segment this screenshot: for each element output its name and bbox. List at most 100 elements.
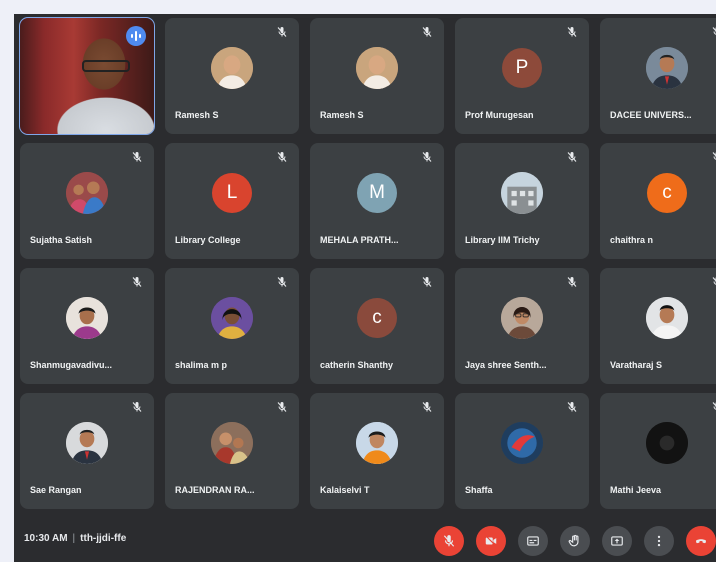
participant-tile[interactable]: Library IIM Trichy — [455, 143, 589, 259]
mic-muted-icon — [130, 401, 144, 415]
participant-tile[interactable]: Mathi Jeeva — [600, 393, 716, 509]
captions-button[interactable] — [518, 526, 548, 556]
mic-muted-icon — [710, 276, 716, 290]
meeting-info-separator: | — [72, 533, 76, 544]
avatar-initial: c — [662, 182, 672, 203]
participant-name: shalima m p — [175, 360, 228, 370]
participant-name: Sae Rangan — [30, 485, 82, 495]
mic-muted-icon — [710, 151, 716, 165]
mic-muted-icon — [710, 26, 716, 40]
mic-muted-icon — [130, 151, 144, 165]
avatar-initial: P — [515, 57, 529, 78]
mic-muted-icon — [130, 276, 144, 290]
participant-name: DACEE UNIVERS... — [610, 110, 692, 120]
participant-tile[interactable]: Shaffa — [455, 393, 589, 509]
camera-off-button[interactable] — [476, 526, 506, 556]
participant-avatar — [211, 47, 253, 89]
mic-off-button[interactable] — [434, 526, 464, 556]
participant-avatar — [501, 172, 543, 214]
mic-muted-icon — [565, 26, 579, 40]
more-options-button[interactable] — [644, 526, 674, 556]
participant-tile[interactable]: Varatharaj S — [600, 268, 716, 384]
mic-muted-icon — [565, 276, 579, 290]
participant-name: Prof Murugesan — [465, 110, 534, 120]
end-call-button[interactable] — [686, 526, 716, 556]
avatar-initial: c — [372, 307, 382, 328]
participant-name: Shaffa — [465, 485, 493, 495]
participant-avatar — [211, 422, 253, 464]
camera-off-icon — [484, 534, 498, 548]
participant-tile[interactable]: Ramesh S — [310, 18, 444, 134]
participant-tile[interactable]: Sujatha Satish — [20, 143, 154, 259]
participant-avatar — [646, 422, 688, 464]
meeting-window: Ramesh S Ramesh S P Prof Murugesan DACEE UNI… — [14, 14, 716, 562]
participant-name: Library IIM Trichy — [465, 235, 540, 245]
call-controls — [434, 526, 716, 556]
mic-off-icon — [442, 534, 456, 548]
participant-tile[interactable]: M MEHALA PRATH... — [310, 143, 444, 259]
avatar-initial: M — [369, 182, 385, 203]
participant-avatar — [356, 422, 398, 464]
mic-muted-icon — [275, 26, 289, 40]
participant-avatar — [501, 422, 543, 464]
present-button[interactable] — [602, 526, 632, 556]
participant-avatar — [646, 297, 688, 339]
participant-avatar — [501, 297, 543, 339]
participant-tile[interactable]: L Library College — [165, 143, 299, 259]
participant-name: MEHALA PRATH... — [320, 235, 399, 245]
participant-tile[interactable]: Shanmugavadivu... — [20, 268, 154, 384]
speaking-indicator-icon — [126, 26, 146, 46]
participant-name: Jaya shree Senth... — [465, 360, 547, 370]
participant-avatar — [646, 47, 688, 89]
participant-tile[interactable]: Ramesh S — [165, 18, 299, 134]
mic-muted-icon — [275, 151, 289, 165]
participant-tile[interactable]: P Prof Murugesan — [455, 18, 589, 134]
end-call-icon — [694, 534, 708, 548]
participant-avatar: c — [647, 173, 687, 213]
raise-hand-icon — [568, 534, 582, 548]
participant-name: Ramesh S — [320, 110, 364, 120]
mic-muted-icon — [275, 276, 289, 290]
participant-tile[interactable] — [19, 17, 155, 135]
participant-name: Ramesh S — [175, 110, 219, 120]
meeting-code: tth-jjdi-ffe — [80, 533, 127, 544]
participant-avatar — [211, 297, 253, 339]
participant-tile[interactable]: c chaithra n — [600, 143, 716, 259]
participant-name: catherin Shanthy — [320, 360, 394, 370]
mic-muted-icon — [710, 401, 716, 415]
participant-tile[interactable]: RAJENDRAN RA... — [165, 393, 299, 509]
mic-muted-icon — [565, 401, 579, 415]
avatar-initial: L — [226, 182, 238, 203]
participant-name: Shanmugavadivu... — [30, 360, 113, 370]
mic-muted-icon — [420, 26, 434, 40]
mic-muted-icon — [420, 151, 434, 165]
mic-muted-icon — [565, 151, 579, 165]
participant-tile[interactable]: Jaya shree Senth... — [455, 268, 589, 384]
participant-avatar — [356, 47, 398, 89]
participant-name: Mathi Jeeva — [610, 485, 662, 495]
participant-tile[interactable]: c catherin Shanthy — [310, 268, 444, 384]
participant-tile[interactable]: Kalaiselvi T — [310, 393, 444, 509]
bottom-bar: 10:30 AM | tth-jjdi-ffe — [14, 518, 716, 562]
participant-tile[interactable]: DACEE UNIVERS... — [600, 18, 716, 134]
participant-avatar — [66, 297, 108, 339]
participant-avatar: L — [212, 173, 252, 213]
raise-hand-button[interactable] — [560, 526, 590, 556]
captions-icon — [526, 534, 540, 548]
mic-muted-icon — [420, 401, 434, 415]
more-options-icon — [652, 534, 666, 548]
participant-name: Kalaiselvi T — [320, 485, 370, 495]
mic-muted-icon — [275, 401, 289, 415]
participant-name: RAJENDRAN RA... — [175, 485, 255, 495]
participant-avatar — [66, 172, 108, 214]
participant-name: chaithra n — [610, 235, 654, 245]
mic-muted-icon — [420, 276, 434, 290]
participant-avatar — [66, 422, 108, 464]
participant-tile[interactable]: shalima m p — [165, 268, 299, 384]
participant-name: Varatharaj S — [610, 360, 663, 370]
present-icon — [610, 534, 624, 548]
participant-name: Library College — [175, 235, 241, 245]
participant-tile[interactable]: Sae Rangan — [20, 393, 154, 509]
meeting-info: 10:30 AM | tth-jjdi-ffe — [24, 533, 126, 544]
participant-avatar: c — [357, 298, 397, 338]
